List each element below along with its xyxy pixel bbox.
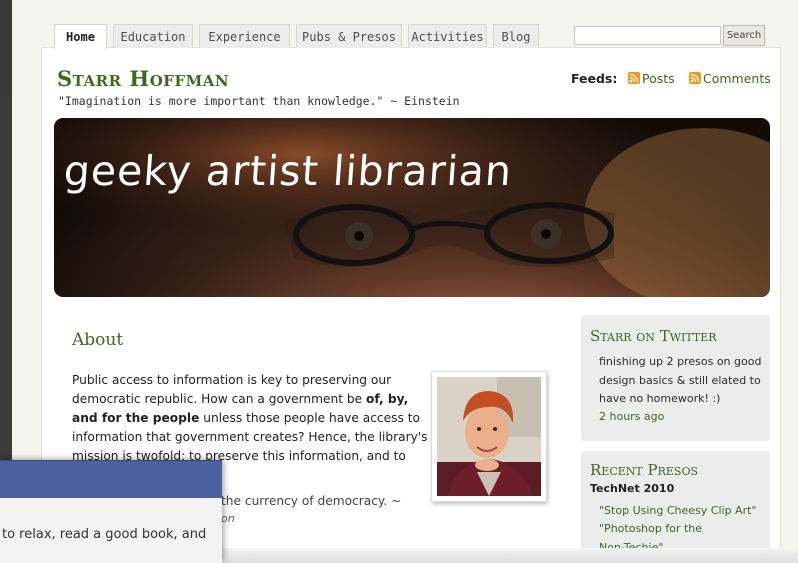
banner-photo [54,118,770,297]
tweet-time-link[interactable]: 2 hours ago [599,408,664,427]
tab-home[interactable]: Home [54,24,107,49]
site-title[interactable]: Starr Hoffman [57,66,229,91]
search-button[interactable]: Search [723,25,765,46]
window-edge-fade [222,548,798,563]
about-text-part: Public access to information is key to p… [72,373,392,406]
recent-presos-widget: Recent Presos TechNet 2010 "Stop Using C… [581,451,770,563]
about-citation: on [221,512,235,525]
tweet-text: finishing up 2 presos on good design bas… [599,355,762,405]
twitter-heading: Starr on Twitter [590,327,717,345]
tab-experience[interactable]: Experience [199,24,290,48]
tab-blog[interactable]: Blog [493,24,539,48]
overlay-title-bar[interactable] [0,460,222,498]
overlay-text: to relax, read a good book, and [2,527,207,542]
portrait-image [437,377,541,496]
feed-comments-label: Comments [703,71,771,86]
banner-title: geeky artist librarian [62,147,514,195]
preso-link-clip-art[interactable]: "Stop Using Cheesy Clip Art" [599,502,769,521]
twitter-widget: Starr on Twitter finishing up 2 presos o… [581,315,770,441]
feed-posts-label: Posts [642,71,675,86]
header-banner [54,118,770,297]
tagline: "Imagination is more important than know… [58,94,460,108]
search-input[interactable] [574,26,721,45]
tab-pubs-presos[interactable]: Pubs & Presos [296,24,402,48]
presos-subheading: TechNet 2010 [590,482,675,495]
rss-icon [689,72,701,84]
tab-activities[interactable]: Activities [408,24,487,48]
tab-education[interactable]: Education [113,24,193,48]
feed-comments-link[interactable]: Comments [689,71,771,86]
overlapping-window[interactable]: to relax, read a good book, and [0,460,222,563]
feed-posts-link[interactable]: Posts [628,71,675,86]
profile-photo [431,371,547,502]
recent-presos-heading: Recent Presos [590,461,698,479]
about-heading: About [72,330,124,350]
about-paragraph-tail: the currency of democracy. ~ [221,494,402,508]
feeds-label: Feeds: [571,71,618,86]
rss-icon [628,72,640,84]
